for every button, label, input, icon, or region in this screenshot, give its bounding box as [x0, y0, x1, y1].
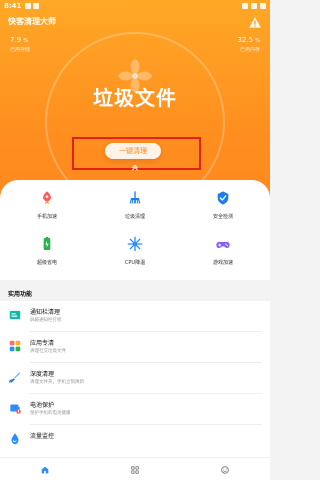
list-item-title: 电池保护 [30, 402, 55, 409]
bottom-navigation: 首页 功能 更多 [0, 457, 270, 480]
gamepad-icon [216, 242, 230, 248]
list-item-title: 流量监控 [30, 433, 55, 440]
feature-label: 垃圾清理 [124, 214, 145, 220]
list-item-deep-clean[interactable]: 深度清理 清理文件夹，手机立刻焕新 [0, 363, 270, 394]
brush-icon [9, 372, 20, 383]
feature-label: 游戏加速 [212, 260, 233, 266]
list-item-subtitle: 清理文件夹，手机立刻焕新 [30, 380, 84, 385]
hero-title: 垃圾文件 [93, 86, 177, 110]
memory-label: 已用内存 [239, 47, 260, 53]
grid-icon [131, 466, 139, 474]
storage-label: 已用存储 [10, 47, 31, 53]
status-send-icon [33, 3, 40, 9]
feature-junk-clean[interactable]: 垃圾清理 [98, 190, 172, 220]
storage-stat: 7.9 % 已用存储 [10, 36, 30, 53]
feature-security-check[interactable]: 安全检测 [186, 190, 260, 220]
storage-value: 7.9 [10, 36, 22, 44]
signal-icon [251, 3, 257, 9]
list-item-title: 深度清理 [30, 371, 55, 378]
status-time: 8:41 [4, 2, 22, 10]
feature-card: 手机加速 垃圾清理 安全检测 超级省电 CPU降温 游戏加速 [0, 180, 270, 280]
list-item-title: 应用专清 [30, 340, 55, 347]
chevron-up-icon[interactable] [130, 162, 140, 172]
storage-unit: % [23, 38, 29, 44]
list-item-battery-protect[interactable]: 电池保护 保护手机的电池健康 [0, 394, 270, 425]
app-title: 快客清理大师 [8, 17, 56, 26]
nav-more[interactable]: 更多 [195, 460, 255, 480]
list-item-subtitle: 清理社交垃圾文件 [30, 349, 66, 354]
memory-stat: 32.5 % 已用内存 [237, 36, 260, 53]
home-icon [41, 466, 49, 474]
section-title: 实用功能 [8, 291, 33, 298]
battery-protect-icon [10, 404, 21, 414]
list-item-notification-clean[interactable]: 通知栏清理 屏蔽通知栏打扰 [0, 301, 270, 332]
list-item-title: 通知栏清理 [30, 309, 61, 316]
battery-icon [260, 3, 266, 9]
utility-list: 通知栏清理 屏蔽通知栏打扰 应用专清 清理社交垃圾文件 深度清理 清理文件夹，手… [0, 301, 270, 457]
feature-game-boost[interactable]: 游戏加速 [186, 236, 260, 266]
list-item-app-clean[interactable]: 应用专清 清理社交垃圾文件 [0, 332, 270, 363]
status-bar: 8:41 [0, 0, 270, 12]
status-settings-icon [25, 3, 32, 9]
nav-functions[interactable]: 功能 [105, 460, 165, 480]
warning-icon[interactable] [248, 16, 262, 30]
wifi-icon [242, 3, 248, 9]
list-item-subtitle: 屏蔽通知栏打扰 [30, 318, 62, 323]
hero-section: 8:41 快客清理大师 7.9 % 已用存储 32.5 % 已用内存 垃圾文件 … [0, 0, 270, 200]
feature-label: 超级省电 [36, 260, 57, 266]
memory-value: 32.5 [237, 36, 253, 44]
broom-icon [129, 191, 141, 204]
water-drop-icon [11, 433, 19, 445]
apps-grid-icon [9, 340, 21, 352]
list-item-traffic-monitor[interactable]: 流量监控 [0, 425, 270, 456]
list-item-subtitle: 保护手机的电池健康 [30, 411, 71, 416]
feature-phone-boost[interactable]: 手机加速 [10, 190, 84, 220]
feature-label: CPU降温 [124, 260, 146, 266]
snowflake-icon [127, 236, 143, 252]
battery-icon [43, 237, 51, 250]
memory-unit: % [255, 38, 260, 44]
nav-home[interactable]: 首页 [15, 460, 75, 480]
feature-label: 安全检测 [212, 214, 233, 220]
shield-icon [217, 191, 229, 205]
status-right [242, 3, 266, 9]
feature-power-saving[interactable]: 超级省电 [10, 236, 84, 266]
feature-cpu-cooling[interactable]: CPU降温 [98, 236, 172, 266]
rocket-icon [43, 191, 51, 205]
notification-icon [9, 310, 21, 320]
smile-icon [221, 466, 229, 474]
feature-label: 手机加速 [36, 214, 57, 220]
